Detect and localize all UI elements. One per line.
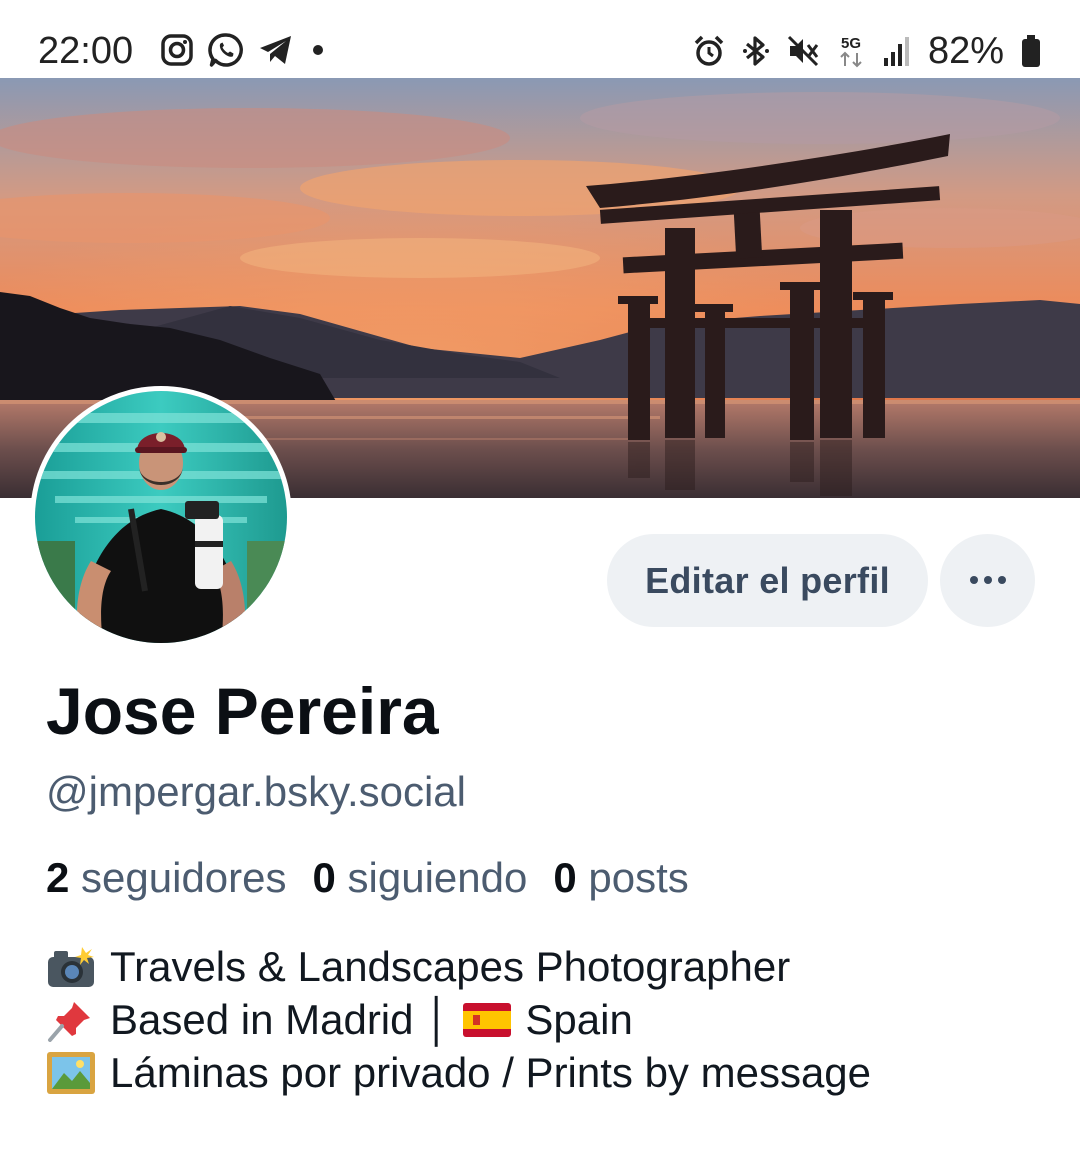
more-horizontal-icon	[968, 572, 1008, 590]
display-name: Jose Pereira	[46, 674, 439, 748]
pushpin-icon	[46, 998, 96, 1042]
avatar[interactable]	[30, 386, 292, 648]
followers-count: 2	[46, 854, 70, 901]
battery-icon	[1020, 34, 1042, 68]
following-label: siguiendo	[347, 854, 528, 901]
followers-stat[interactable]: 2 seguidores	[46, 852, 287, 904]
bio-line-2-text: Based in Madrid │	[110, 996, 452, 1043]
posts-label: posts	[588, 854, 689, 901]
camera-flash-icon	[46, 945, 96, 989]
profile-handle[interactable]: @jmpergar.bsky.social	[46, 766, 466, 818]
status-time: 22:00	[38, 30, 134, 72]
battery-percentage: 82%	[927, 30, 1004, 72]
bio-line-3: Láminas por privado / Prints by message	[46, 1046, 871, 1099]
5g-icon: 5G	[836, 33, 866, 69]
signal-icon	[882, 34, 912, 68]
followers-label: seguidores	[81, 854, 287, 901]
edit-profile-button[interactable]: Editar el perfil	[607, 534, 928, 627]
following-stat[interactable]: 0 siguiendo	[313, 852, 528, 904]
posts-stat: 0 posts	[553, 852, 688, 904]
mute-icon	[786, 34, 820, 68]
status-bar: 22:00 5G 82%	[0, 0, 1080, 78]
status-left-icons	[160, 32, 328, 68]
bio-line-3-text: Láminas por privado / Prints by message	[110, 1049, 872, 1096]
status-right-icons: 5G 82%	[692, 26, 1042, 76]
framed-picture-icon	[46, 1051, 96, 1095]
instagram-icon	[160, 33, 194, 67]
bio-line-2: Based in Madrid │ Spain	[46, 993, 871, 1046]
svg-text:5G: 5G	[841, 35, 861, 52]
avatar-photo	[35, 391, 287, 643]
bio-line-2-country: Spain	[525, 996, 633, 1043]
more-options-button[interactable]	[940, 534, 1035, 627]
bio-line-1-text: Travels & Landscapes Photographer	[110, 943, 791, 990]
bluetooth-icon	[742, 34, 770, 68]
telegram-icon	[258, 33, 294, 67]
profile-stats: 2 seguidores 0 siguiendo 0 posts	[46, 852, 689, 904]
whatsapp-icon	[208, 32, 244, 68]
following-count: 0	[312, 854, 336, 901]
profile-bio: Travels & Landscapes Photographer Based …	[46, 940, 871, 1099]
alarm-icon	[692, 34, 726, 68]
posts-count: 0	[553, 854, 577, 901]
bio-line-1: Travels & Landscapes Photographer	[46, 940, 871, 993]
notification-dot-icon	[308, 40, 328, 60]
spain-flag-icon	[463, 1002, 512, 1037]
